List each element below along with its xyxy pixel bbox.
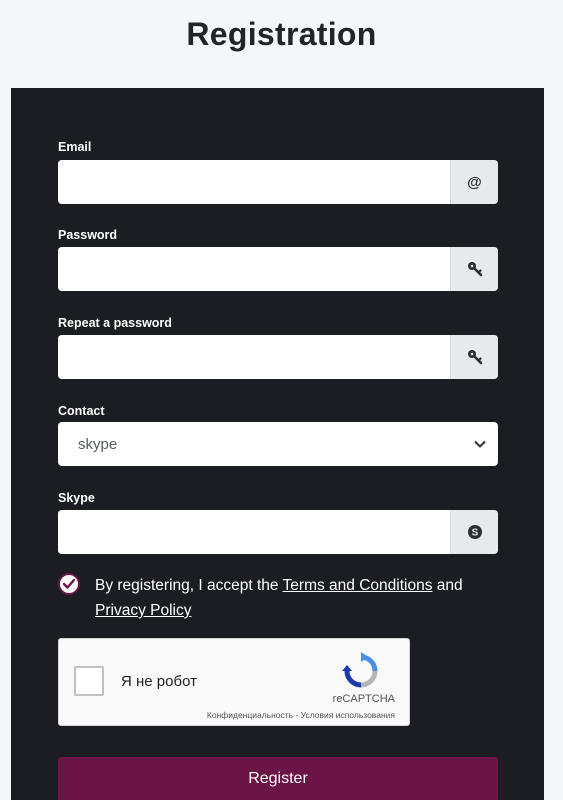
at-icon: @ (450, 160, 498, 204)
checkmark-icon (62, 578, 76, 589)
repeat-password-field-group (58, 335, 498, 379)
terms-link[interactable]: Terms and Conditions (283, 577, 433, 594)
skype-label: Skype (58, 491, 95, 505)
recaptcha-widget: Я не робот reCAPTCHA Конфиденциальность … (58, 638, 410, 726)
contact-label: Contact (58, 404, 105, 418)
key-icon (450, 335, 498, 379)
chevron-down-icon (474, 435, 486, 453)
registration-form-panel: Email @ Password Repeat a password Conta… (11, 88, 544, 800)
contact-select-value: skype (78, 435, 118, 453)
consent-prefix: By registering, I accept the (95, 577, 283, 594)
contact-select[interactable]: skype (58, 422, 498, 466)
recaptcha-links[interactable]: Конфиденциальность - Условия использован… (207, 710, 395, 720)
consent-middle: and (432, 577, 463, 594)
email-label: Email (58, 140, 92, 154)
svg-text:S: S (471, 528, 478, 539)
recaptcha-logo-icon (342, 652, 378, 688)
recaptcha-checkbox[interactable] (74, 666, 104, 696)
password-field-group (58, 247, 498, 291)
consent-text: By registering, I accept the Terms and C… (95, 573, 505, 623)
consent-checkbox[interactable] (58, 573, 80, 595)
recaptcha-brand: reCAPTCHA (332, 693, 395, 705)
password-label: Password (58, 228, 118, 242)
register-button[interactable]: Register (58, 757, 498, 800)
password-input[interactable] (58, 247, 450, 291)
email-input[interactable] (58, 160, 450, 204)
key-icon (450, 247, 498, 291)
skype-icon: S (450, 510, 498, 554)
skype-field-group: S (58, 510, 498, 554)
repeat-password-input[interactable] (58, 335, 450, 379)
page-title: Registration (186, 16, 377, 52)
repeat-password-label: Repeat a password (58, 316, 172, 330)
recaptcha-label: Я не робот (121, 673, 197, 690)
privacy-link[interactable]: Privacy Policy (95, 602, 191, 619)
email-field-group: @ (58, 160, 498, 204)
skype-input[interactable] (58, 510, 450, 554)
